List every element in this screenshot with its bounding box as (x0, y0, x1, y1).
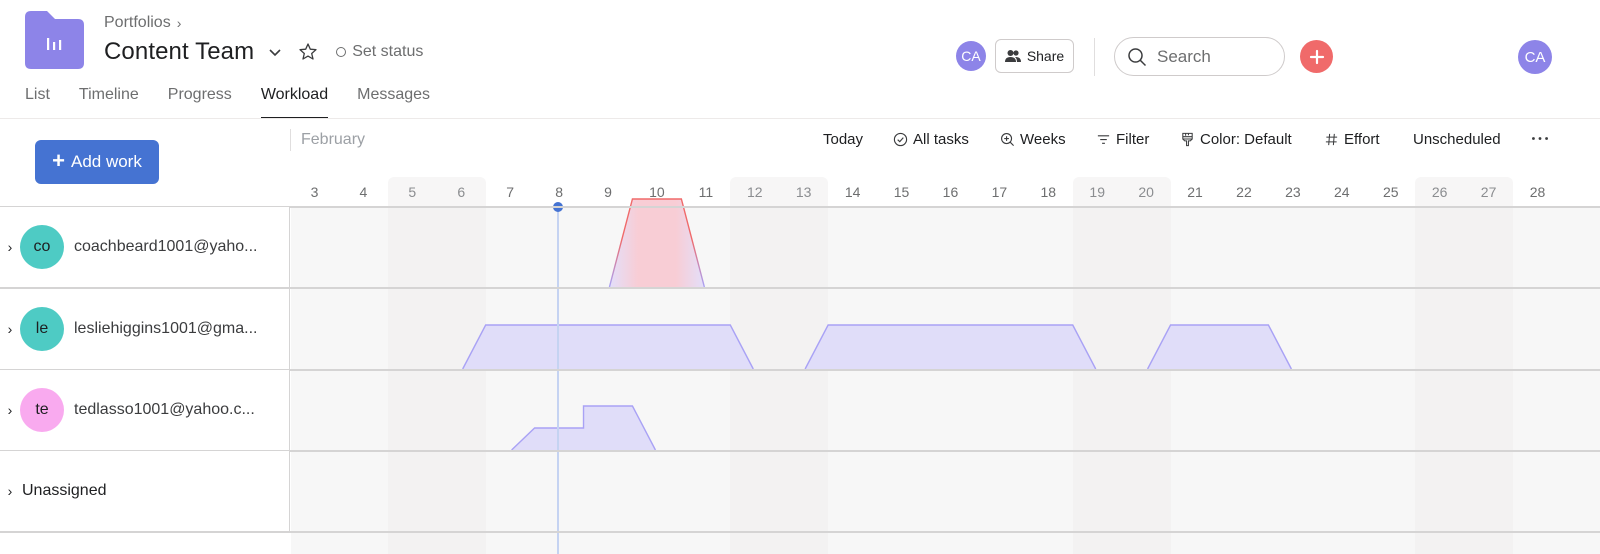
tab-bar: List Timeline Progress Workload Messages (25, 86, 459, 119)
unassigned-label[interactable]: Unassigned (22, 482, 107, 500)
day-label: 21 (1187, 184, 1203, 200)
color-button[interactable]: Color: Default (1180, 131, 1292, 148)
set-status-button[interactable]: Set status (336, 43, 423, 61)
filter-button[interactable]: Filter (1096, 131, 1149, 148)
assignee-row: › co coachbeard1001@yaho... (0, 207, 1600, 289)
unassigned-row: › Unassigned (0, 451, 1600, 533)
people-icon (1004, 50, 1021, 62)
day-label: 3 (310, 184, 319, 200)
assignee-name[interactable]: tedlasso1001@yahoo.c... (74, 401, 255, 419)
global-add-button[interactable] (1300, 40, 1333, 73)
search-input[interactable] (1157, 46, 1267, 67)
all-tasks-button[interactable]: All tasks (893, 131, 969, 148)
day-label: 12 (746, 184, 763, 200)
day-header: 3 4 5 6 7 8 9 10 11 12 13 14 15 16 17 18 19 20 21 22 23 24 25 2… (290, 177, 1600, 207)
today-button[interactable]: Today (823, 131, 863, 148)
day-label: 26 (1431, 184, 1448, 200)
tab-timeline[interactable]: Timeline (79, 86, 139, 119)
assignee-row: › le lesliehiggins1001@gma... (0, 289, 1600, 371)
day-label: 16 (942, 184, 959, 200)
tab-progress[interactable]: Progress (168, 86, 232, 119)
month-separator (290, 129, 291, 151)
member-avatar[interactable]: CA (956, 41, 986, 71)
breadcrumb[interactable]: Portfolios › (104, 14, 181, 32)
assignee-row: › te tedlasso1001@yahoo.c... (0, 370, 1600, 452)
set-status-label: Set status (352, 43, 424, 60)
check-circle-icon (893, 132, 908, 147)
expand-chevron-icon[interactable]: › (2, 483, 18, 499)
day-label: 6 (457, 184, 466, 200)
day-label: 24 (1334, 184, 1350, 200)
more-options-button[interactable] (1530, 131, 1550, 146)
day-label: 19 (1089, 184, 1105, 200)
day-label: 4 (359, 184, 368, 200)
day-label: 8 (555, 184, 563, 200)
day-label: 20 (1138, 184, 1154, 200)
portfolio-folder-icon (25, 11, 84, 69)
day-label: 7 (506, 184, 515, 200)
share-button[interactable]: Share (995, 39, 1074, 73)
plus-icon (1309, 49, 1324, 64)
assignee-name[interactable]: coachbeard1001@yaho... (74, 238, 257, 256)
hash-icon (1325, 133, 1338, 146)
all-tasks-label: All tasks (913, 131, 969, 148)
day-label: 28 (1529, 184, 1546, 200)
status-dot-icon (336, 47, 347, 57)
day-label: 11 (698, 184, 714, 200)
day-label: 22 (1236, 184, 1252, 200)
effort-button[interactable]: Effort (1324, 131, 1380, 148)
star-icon[interactable] (298, 42, 318, 62)
day-label: 23 (1285, 184, 1301, 200)
assignee-name[interactable]: lesliehiggins1001@gma... (74, 320, 257, 338)
search-box[interactable] (1114, 37, 1285, 76)
filter-icon (1097, 135, 1110, 144)
page-title: Content Team (104, 38, 255, 65)
share-label: Share (1026, 48, 1065, 64)
breadcrumb-portfolios[interactable]: Portfolios (104, 14, 171, 32)
paint-brush-icon (1182, 132, 1193, 147)
tab-list[interactable]: List (25, 86, 50, 119)
filter-label: Filter (1116, 131, 1150, 148)
today-label: Today (823, 131, 864, 148)
unscheduled-button[interactable]: Unscheduled (1413, 131, 1501, 148)
zoom-in-icon (1001, 133, 1014, 146)
chevron-right-icon: › (176, 15, 182, 31)
day-label: 9 (604, 184, 612, 200)
day-label: 13 (795, 184, 812, 200)
expand-chevron-icon[interactable]: › (2, 321, 18, 337)
day-label: 18 (1040, 184, 1057, 200)
tab-messages[interactable]: Messages (357, 86, 430, 119)
day-label: 15 (893, 184, 910, 200)
weeks-zoom-button[interactable]: Weeks (1000, 131, 1066, 148)
expand-chevron-icon[interactable]: › (2, 239, 18, 255)
weeks-label: Weeks (1020, 131, 1066, 148)
unscheduled-label: Unscheduled (1413, 131, 1501, 148)
day-label: 17 (991, 184, 1008, 200)
plus-icon: + (52, 148, 65, 173)
more-dots-icon (1532, 137, 1548, 140)
add-work-button[interactable]: + Add work (35, 140, 159, 184)
user-avatar[interactable]: CA (1518, 40, 1552, 74)
header-divider (0, 118, 1600, 119)
color-label: Color: Default (1200, 131, 1292, 148)
day-label: 5 (408, 184, 417, 200)
day-label: 10 (649, 184, 665, 200)
expand-chevron-icon[interactable]: › (2, 402, 18, 418)
avatar: te (20, 388, 64, 432)
effort-label: Effort (1344, 131, 1380, 148)
header-separator (1094, 38, 1095, 76)
day-label: 25 (1382, 184, 1399, 200)
avatar: le (20, 307, 64, 351)
add-work-label: Add work (70, 152, 142, 171)
tab-workload[interactable]: Workload (260, 86, 329, 119)
search-icon (1128, 47, 1147, 66)
day-label: 14 (844, 184, 861, 200)
month-label: February (301, 131, 366, 148)
avatar: co (20, 225, 64, 269)
day-label: 27 (1480, 184, 1497, 200)
chevron-down-icon[interactable] (266, 43, 284, 61)
